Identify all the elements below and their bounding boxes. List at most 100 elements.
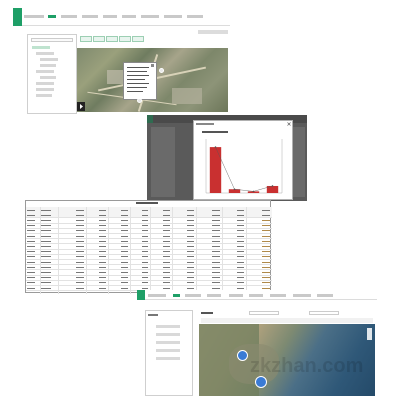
chart-point[interactable] [233,188,236,191]
app-logo[interactable] [137,290,145,300]
tree-item[interactable] [36,88,54,91]
tree-item[interactable] [36,52,54,55]
table-cell [163,277,170,279]
nav-tab-home[interactable] [173,294,180,297]
nav-tab-2[interactable] [185,294,201,297]
map-search-input[interactable] [309,311,339,315]
region-list-item[interactable] [156,357,180,360]
tree-search-input[interactable] [31,38,73,42]
table-cell [121,235,128,237]
table-cell [41,271,51,273]
map-filter-button[interactable] [106,36,118,42]
nav-tab-5[interactable] [122,15,136,18]
map-search-input[interactable] [249,311,279,315]
region-list-item[interactable] [156,325,180,328]
table-cell [99,251,106,253]
nav-tab-2[interactable] [61,15,77,18]
zoom-control[interactable] [367,328,372,340]
table-cell [75,235,84,237]
nav-tab-home[interactable] [48,15,56,18]
table-column-divider [196,207,197,294]
nav-tab-7[interactable] [164,15,182,18]
table-cell [163,219,170,221]
nav-tab-4[interactable] [103,15,117,18]
table-cell [75,266,84,268]
nav-tab-8[interactable] [317,294,333,297]
table-header-cell [212,214,220,216]
region-list-item[interactable] [156,341,180,344]
chart-bar[interactable] [209,147,222,193]
map-filter-button[interactable] [93,36,105,42]
table-cell [262,287,270,289]
chart-point[interactable] [271,185,274,187]
table-column-divider [130,207,131,294]
table-cell [121,266,128,268]
table-cell [212,287,220,289]
table-cell [186,287,194,289]
nav-tab-8[interactable] [187,15,203,18]
table-cell [186,266,194,268]
table-cell [262,240,270,242]
nav-tab-4[interactable] [229,294,243,297]
modal-close-icon[interactable] [287,122,291,126]
table-header-cell [121,214,128,216]
map-marker-icon[interactable] [159,68,164,73]
table-cell [99,235,106,237]
region-list-item[interactable] [156,349,180,352]
tree-item[interactable] [40,64,56,67]
map-filter-button[interactable] [132,36,144,42]
table-cell [262,271,270,273]
table-cell [41,230,51,232]
panel-toggle-arrow-icon[interactable] [77,102,85,111]
table-cell [163,240,170,242]
table-cell [75,230,84,232]
table-cell [142,219,148,221]
region-list-item[interactable] [156,333,180,336]
table-cell [41,240,51,242]
table-cell [236,251,244,253]
nav-tab-5[interactable] [249,294,263,297]
popup-line [127,91,143,92]
nav-tab-3[interactable] [207,294,221,297]
table-cell [262,219,270,221]
watermark-text: zkzhan.com [250,355,364,377]
screenshot-chart-modal [147,115,307,201]
table-cell [41,282,51,284]
tree-item[interactable] [40,58,58,61]
nav-tab-6[interactable] [270,294,286,297]
table-header-cell [142,214,148,216]
table-cell [99,287,106,289]
map-marker-icon[interactable] [137,98,142,103]
region-list-panel [145,310,193,396]
table-header-cell [41,214,51,216]
table-cell [121,256,128,258]
table-cell [186,225,194,227]
tree-item[interactable] [36,70,54,73]
table-cell [186,240,194,242]
table-cell [99,261,106,263]
map-title [201,312,213,314]
table-cell [262,225,270,227]
nav-tab-7[interactable] [293,294,311,297]
tree-item[interactable] [36,82,54,85]
chart-point[interactable] [214,146,217,148]
table-cell [99,266,106,268]
map-filter-button[interactable] [119,36,131,42]
nav-tab-3[interactable] [82,15,98,18]
table-cell [27,219,35,221]
table-column-divider [40,207,41,294]
cluster-marker-icon[interactable] [237,350,248,361]
map-filter-button[interactable] [80,36,92,42]
tree-item[interactable] [40,76,56,79]
chart-point[interactable] [252,190,255,193]
app-logo[interactable] [13,8,22,26]
table-cell [121,245,128,247]
tree-item[interactable] [32,46,50,49]
tree-item[interactable] [36,94,52,97]
satellite-map[interactable] [77,48,228,112]
nav-tab-6[interactable] [141,15,159,18]
table-cell [262,245,270,247]
table-cell [212,235,220,237]
popup-close-icon[interactable] [151,64,154,67]
map-tab-strip[interactable] [201,318,373,323]
